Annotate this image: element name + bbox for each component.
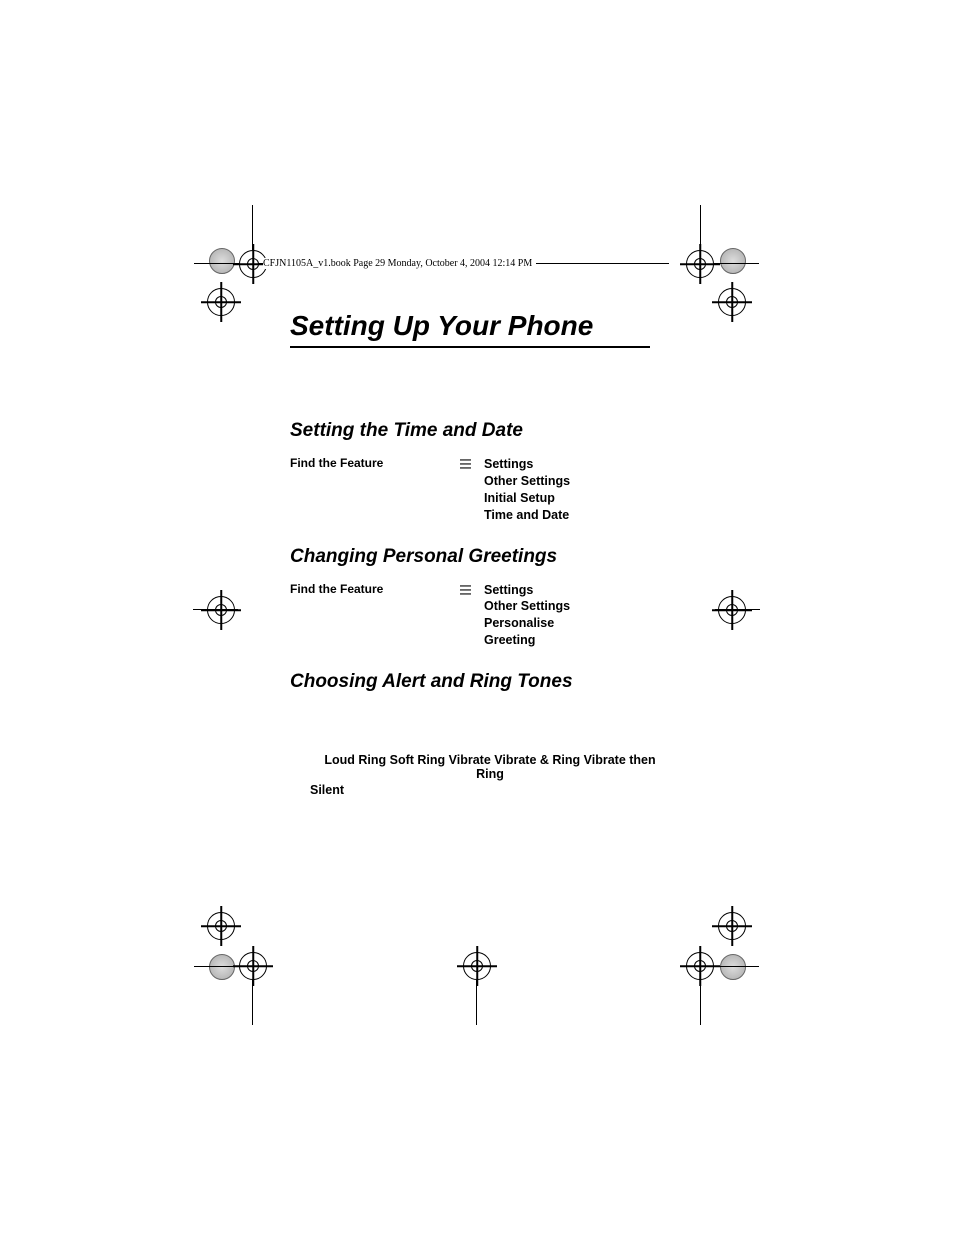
alert-options-line: Loud Ring Soft Ring Vibrate Vibrate & Ri…: [310, 753, 670, 781]
printer-reg-mark-icon: [686, 952, 714, 980]
menu-path-item: Other Settings: [484, 598, 570, 615]
section-heading-time-date: Setting the Time and Date: [290, 420, 690, 442]
printer-mark-globe-icon: [720, 954, 746, 980]
printer-reg-mark-icon: [207, 912, 235, 940]
crop-mark: [700, 980, 701, 1025]
running-header: CFJN1105A_v1.book Page 29 Monday, Octobe…: [263, 258, 536, 269]
title-underline: [290, 346, 650, 348]
printer-mark-globe-icon: [720, 248, 746, 274]
menu-path: Settings Other Settings Initial Setup Ti…: [484, 456, 570, 524]
printer-reg-mark-icon: [207, 596, 235, 624]
printer-reg-mark-icon: [207, 288, 235, 316]
section-heading-greetings: Changing Personal Greetings: [290, 546, 690, 568]
menu-path-item: Personalise: [484, 615, 570, 632]
printer-reg-mark-icon: [718, 912, 746, 940]
menu-path-item: Settings: [484, 456, 570, 473]
crop-mark: [700, 205, 701, 250]
crop-mark: [252, 205, 253, 250]
feature-row: Find the Feature ——— Settings Other Sett…: [290, 456, 690, 524]
feature-row: Find the Feature ——— Settings Other Sett…: [290, 582, 690, 650]
page-content: Setting Up Your Phone Setting the Time a…: [290, 310, 690, 797]
crop-mark: [194, 263, 239, 264]
section-heading-alert-tones: Choosing Alert and Ring Tones: [290, 671, 690, 693]
menu-path-item: Time and Date: [484, 507, 570, 524]
alert-options-line: Silent: [310, 783, 670, 797]
crop-mark: [476, 980, 477, 1025]
crop-mark: [714, 263, 759, 264]
printer-mark-globe-icon: [209, 954, 235, 980]
printer-reg-mark-icon: [463, 952, 491, 980]
menu-icon: ———: [460, 582, 472, 596]
menu-path-item: Other Settings: [484, 473, 570, 490]
menu-path-item: Greeting: [484, 632, 570, 649]
printer-reg-mark-icon: [718, 596, 746, 624]
alert-options: Loud Ring Soft Ring Vibrate Vibrate & Ri…: [310, 753, 670, 797]
printer-mark-globe-icon: [209, 248, 235, 274]
crop-mark: [714, 966, 759, 967]
crop-mark: [715, 609, 760, 610]
find-feature-label: Find the Feature: [290, 582, 460, 596]
menu-path: Settings Other Settings Personalise Gree…: [484, 582, 570, 650]
crop-mark: [194, 966, 239, 967]
printer-reg-mark-icon: [718, 288, 746, 316]
find-feature-label: Find the Feature: [290, 456, 460, 470]
printer-reg-mark-icon: [239, 952, 267, 980]
crop-mark: [252, 980, 253, 1025]
printer-reg-mark-icon: [686, 250, 714, 278]
menu-path-item: Settings: [484, 582, 570, 599]
page-title: Setting Up Your Phone: [290, 310, 690, 342]
crop-mark: [193, 609, 238, 610]
menu-icon: ———: [460, 456, 472, 470]
menu-path-item: Initial Setup: [484, 490, 570, 507]
